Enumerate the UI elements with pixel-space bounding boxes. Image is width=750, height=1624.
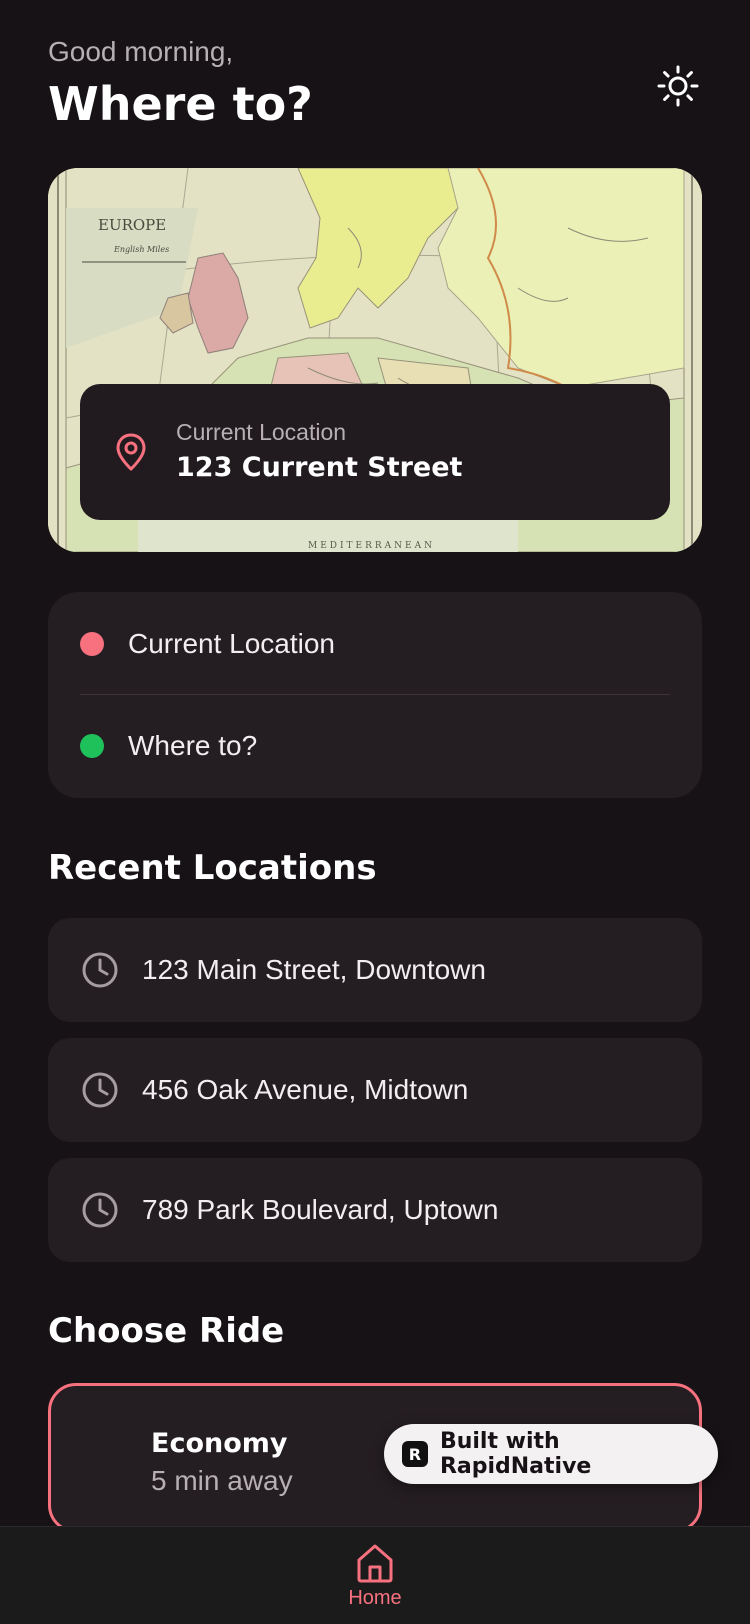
recent-location-item[interactable]: 123 Main Street, Downtown (48, 918, 702, 1022)
pickup-dot (80, 632, 104, 656)
destination-text: Where to? (128, 730, 258, 761)
tab-home-label: Home (348, 1587, 402, 1609)
theme-toggle-button[interactable] (652, 60, 704, 112)
current-location-text: Current Location 123 Current Street (176, 417, 462, 487)
header: Good morning, Where to? (48, 34, 702, 134)
home-screen: Good morning, Where to? EUROPE English M… (0, 0, 750, 1624)
recent-location-label: 789 Park Boulevard, Uptown (142, 1194, 499, 1225)
map-card[interactable]: EUROPE English Miles MEDITERRANEAN Curre… (48, 168, 702, 552)
map-scale-label: English Miles (113, 245, 169, 254)
pickup-field[interactable]: Current Location (80, 608, 670, 680)
destination-field[interactable]: Where to? (80, 710, 670, 782)
choose-ride-title: Choose Ride (48, 1311, 285, 1351)
destination-dot (80, 734, 104, 758)
sun-icon (657, 65, 699, 107)
current-location-label: Current Location (176, 419, 347, 445)
clock-icon (82, 952, 118, 988)
map-title-label: EUROPE (98, 216, 166, 234)
recent-location-label: 456 Oak Avenue, Midtown (142, 1074, 469, 1105)
recent-location-item[interactable]: 789 Park Boulevard, Uptown (48, 1158, 702, 1262)
tab-home[interactable]: Home (333, 1541, 417, 1624)
recent-locations-title: Recent Locations (48, 848, 377, 888)
home-icon (357, 1544, 393, 1583)
recent-location-item[interactable]: 456 Oak Avenue, Midtown (48, 1038, 702, 1142)
built-with-badge[interactable]: R Built with RapidNative (384, 1424, 718, 1484)
rapidnative-logo-icon: R (402, 1441, 428, 1467)
current-location-overlay[interactable]: Current Location 123 Current Street (80, 384, 670, 520)
route-divider (80, 694, 670, 695)
recent-location-label: 123 Main Street, Downtown (142, 954, 486, 985)
clock-icon (82, 1072, 118, 1108)
route-card: Current Location Where to? (48, 592, 702, 798)
map-pin-icon (116, 433, 146, 471)
pickup-text: Current Location (128, 628, 336, 659)
badge-text: Built with RapidNative (439, 1429, 592, 1479)
bottom-tab-bar: Home (0, 1526, 750, 1624)
current-location-address: 123 Current Street (176, 452, 463, 483)
page-title: Where to? (48, 77, 313, 131)
map-sea-label: MEDITERRANEAN (308, 541, 435, 551)
greeting-text: Good morning, (48, 36, 234, 67)
clock-icon (82, 1192, 118, 1228)
